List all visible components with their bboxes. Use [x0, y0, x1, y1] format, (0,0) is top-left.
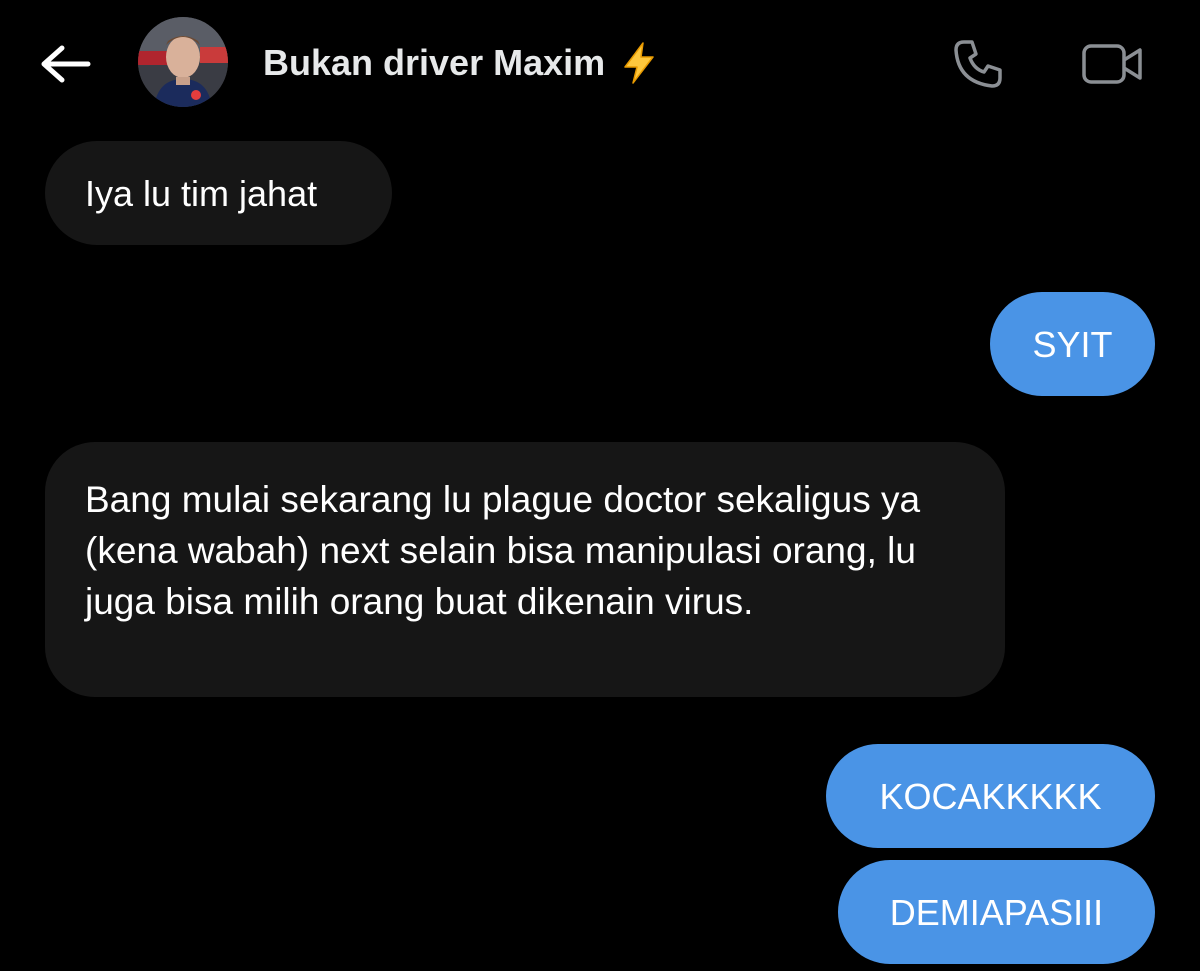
lightning-bolt-icon: [624, 42, 654, 84]
message-outgoing[interactable]: KOCAKKKKK: [826, 744, 1155, 848]
back-button[interactable]: [36, 36, 96, 92]
contact-name-text: Bukan driver Maxim: [263, 42, 606, 83]
avatar-image: [138, 17, 228, 107]
message-incoming[interactable]: Bang mulai sekarang lu plague doctor sek…: [45, 442, 1005, 697]
chat-header: Bukan driver Maxim: [0, 0, 1200, 125]
message-outgoing[interactable]: SYIT: [990, 292, 1155, 396]
video-call-button[interactable]: [1076, 32, 1148, 96]
arrow-left-icon: [41, 45, 91, 83]
video-camera-icon: [1082, 44, 1142, 84]
contact-name[interactable]: Bukan driver Maxim: [263, 38, 659, 88]
call-button[interactable]: [946, 32, 1010, 96]
phone-icon: [954, 40, 1002, 88]
avatar[interactable]: [138, 17, 228, 107]
message-outgoing[interactable]: DEMIAPASIII: [838, 860, 1155, 964]
message-incoming[interactable]: Iya lu tim jahat: [45, 141, 392, 245]
